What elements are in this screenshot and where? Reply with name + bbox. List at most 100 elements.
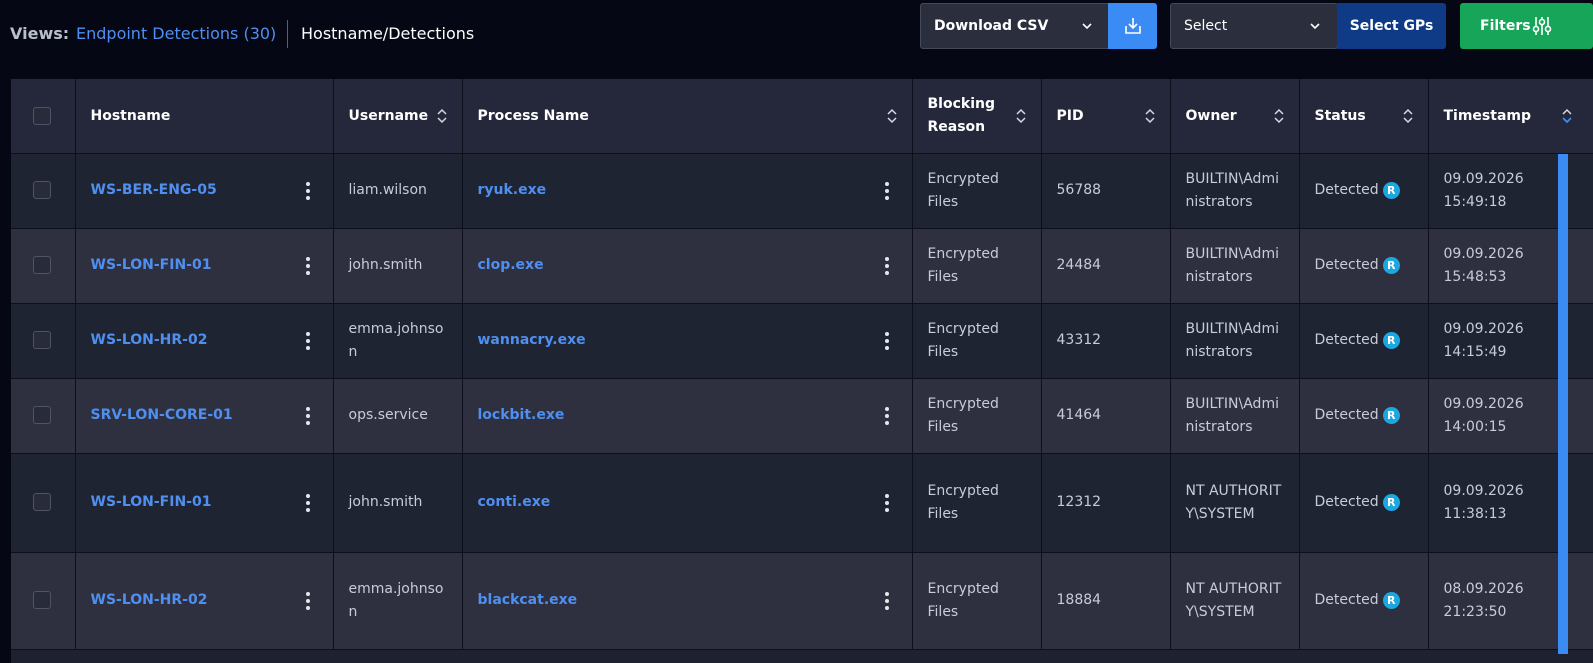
column-pid-label: PID [1056,107,1084,124]
blocking-reason-cell: Encrypted Files [912,378,1042,454]
hostname-link[interactable]: WS-LON-FIN-01 [91,494,212,510]
sort-icon[interactable] [1144,107,1156,125]
more-vertical-icon[interactable] [884,493,890,512]
blocking-reason-cell: Encrypted Files [912,228,1042,304]
hostname-link[interactable]: WS-LON-HR-02 [91,332,208,348]
column-owner[interactable]: Owner [1170,79,1300,154]
more-vertical-icon[interactable] [305,493,311,512]
timestamp-time: 14:00:15 [1443,418,1507,435]
select-gps-button[interactable]: Select GPs [1337,3,1446,49]
process-cell[interactable]: clop.exe [462,228,913,304]
column-status-label: Status [1314,107,1366,124]
more-vertical-icon[interactable] [305,406,311,425]
status-text: Detected [1314,592,1379,608]
process-link[interactable]: lockbit.exe [478,407,565,423]
status-cell: Detected R [1299,552,1429,650]
column-blocking-reason[interactable]: Blocking Reason [912,79,1042,154]
process-cell[interactable]: wannacry.exe [462,303,913,379]
row-checkbox[interactable] [33,406,51,424]
more-vertical-icon[interactable] [884,591,890,610]
gp-select-dropdown[interactable]: Select [1170,3,1338,49]
table-row[interactable]: WS-LON-HR-02 emma.johnson blackcat.exe E… [11,552,1593,650]
blocking-reason-cell: Encrypted Files [912,153,1042,229]
hostname-cell[interactable]: WS-BER-ENG-05 [75,153,334,229]
hostname-link[interactable]: SRV-LON-CORE-01 [91,407,233,423]
sort-icon[interactable] [436,107,448,125]
status-cell: Detected R [1299,303,1429,379]
column-owner-label: Owner [1185,107,1237,124]
status-badge: R [1382,592,1400,609]
status-text: Detected [1314,182,1379,198]
column-process-name[interactable]: Process Name [462,79,913,154]
row-select-cell [11,552,76,650]
timestamp-date: 09.09.2026 [1443,170,1524,187]
process-cell[interactable]: ryuk.exe [462,153,913,229]
view-endpoint-detections-link[interactable]: Endpoint Detections (30) [76,24,276,43]
sort-icon[interactable] [886,107,898,125]
sort-desc-icon[interactable] [1561,107,1573,125]
more-vertical-icon[interactable] [884,256,890,275]
process-link[interactable]: wannacry.exe [478,332,586,348]
process-cell[interactable]: blackcat.exe [462,552,913,650]
more-vertical-icon[interactable] [305,591,311,610]
table-row[interactable]: WS-BER-ENG-05 liam.wilson ryuk.exe Encry… [11,153,1593,229]
hostname-cell[interactable]: SRV-LON-CORE-01 [75,378,334,454]
row-checkbox[interactable] [33,256,51,274]
more-vertical-icon[interactable] [305,181,311,200]
more-vertical-icon[interactable] [884,181,890,200]
more-vertical-icon[interactable] [305,256,311,275]
owner-cell: BUILTIN\Administrators [1170,378,1300,454]
table-row[interactable]: WS-LON-FIN-01 john.smith conti.exe Encry… [11,453,1593,553]
row-checkbox[interactable] [33,331,51,349]
more-vertical-icon[interactable] [884,331,890,350]
more-vertical-icon[interactable] [884,406,890,425]
row-checkbox[interactable] [33,181,51,199]
download-csv-dropdown[interactable]: Download CSV [920,3,1110,49]
row-checkbox[interactable] [33,493,51,511]
status-text: Detected [1314,332,1379,348]
timestamp-cell: 09.09.2026 14:00:15 [1428,378,1593,454]
process-link[interactable]: clop.exe [478,257,544,273]
sliders-icon [1532,17,1552,35]
select-all-checkbox[interactable] [33,106,51,125]
hostname-link[interactable]: WS-BER-ENG-05 [91,182,217,198]
hostname-link[interactable]: WS-LON-FIN-01 [91,257,212,273]
column-pid[interactable]: PID [1041,79,1171,154]
table-row[interactable]: SRV-LON-CORE-01 ops.service lockbit.exe … [11,378,1593,454]
status-text: Detected [1314,494,1379,510]
row-select-cell [11,303,76,379]
status-badge: R [1382,182,1400,199]
process-link[interactable]: blackcat.exe [478,592,578,608]
timestamp-date: 08.09.2026 [1443,580,1524,597]
table-row[interactable]: WS-LON-HR-02 emma.johnson wannacry.exe E… [11,303,1593,379]
hostname-cell[interactable]: WS-LON-FIN-01 [75,453,334,553]
column-status[interactable]: Status [1299,79,1429,154]
sort-icon[interactable] [1402,107,1414,125]
status-badge: R [1382,407,1400,424]
process-link[interactable]: conti.exe [478,494,551,510]
table-row[interactable]: WS-LON-FIN-01 john.smith clop.exe Encryp… [11,228,1593,304]
download-button[interactable] [1108,3,1157,49]
hostname-cell[interactable]: WS-LON-HR-02 [75,552,334,650]
process-cell[interactable]: conti.exe [462,453,913,553]
row-checkbox[interactable] [33,591,51,609]
process-link[interactable]: ryuk.exe [478,182,547,198]
owner-cell: BUILTIN\Administrators [1170,303,1300,379]
status-cell: Detected R [1299,453,1429,553]
column-timestamp[interactable]: Timestamp [1428,79,1593,154]
view-current: Hostname/Detections [301,24,475,43]
owner-cell: BUILTIN\Administrators [1170,153,1300,229]
column-hostname[interactable]: Hostname [75,79,334,154]
sort-icon[interactable] [1273,107,1285,125]
hostname-cell[interactable]: WS-LON-FIN-01 [75,228,334,304]
vertical-scrollbar[interactable] [1558,154,1568,654]
sort-icon[interactable] [1015,107,1027,125]
blocking-reason-cell: Encrypted Files [912,552,1042,650]
status-cell: Detected R [1299,228,1429,304]
hostname-cell[interactable]: WS-LON-HR-02 [75,303,334,379]
process-cell[interactable]: lockbit.exe [462,378,913,454]
more-vertical-icon[interactable] [305,331,311,350]
column-username[interactable]: Username [333,79,463,154]
filters-button[interactable]: Filters [1460,3,1593,49]
hostname-link[interactable]: WS-LON-HR-02 [91,592,208,608]
